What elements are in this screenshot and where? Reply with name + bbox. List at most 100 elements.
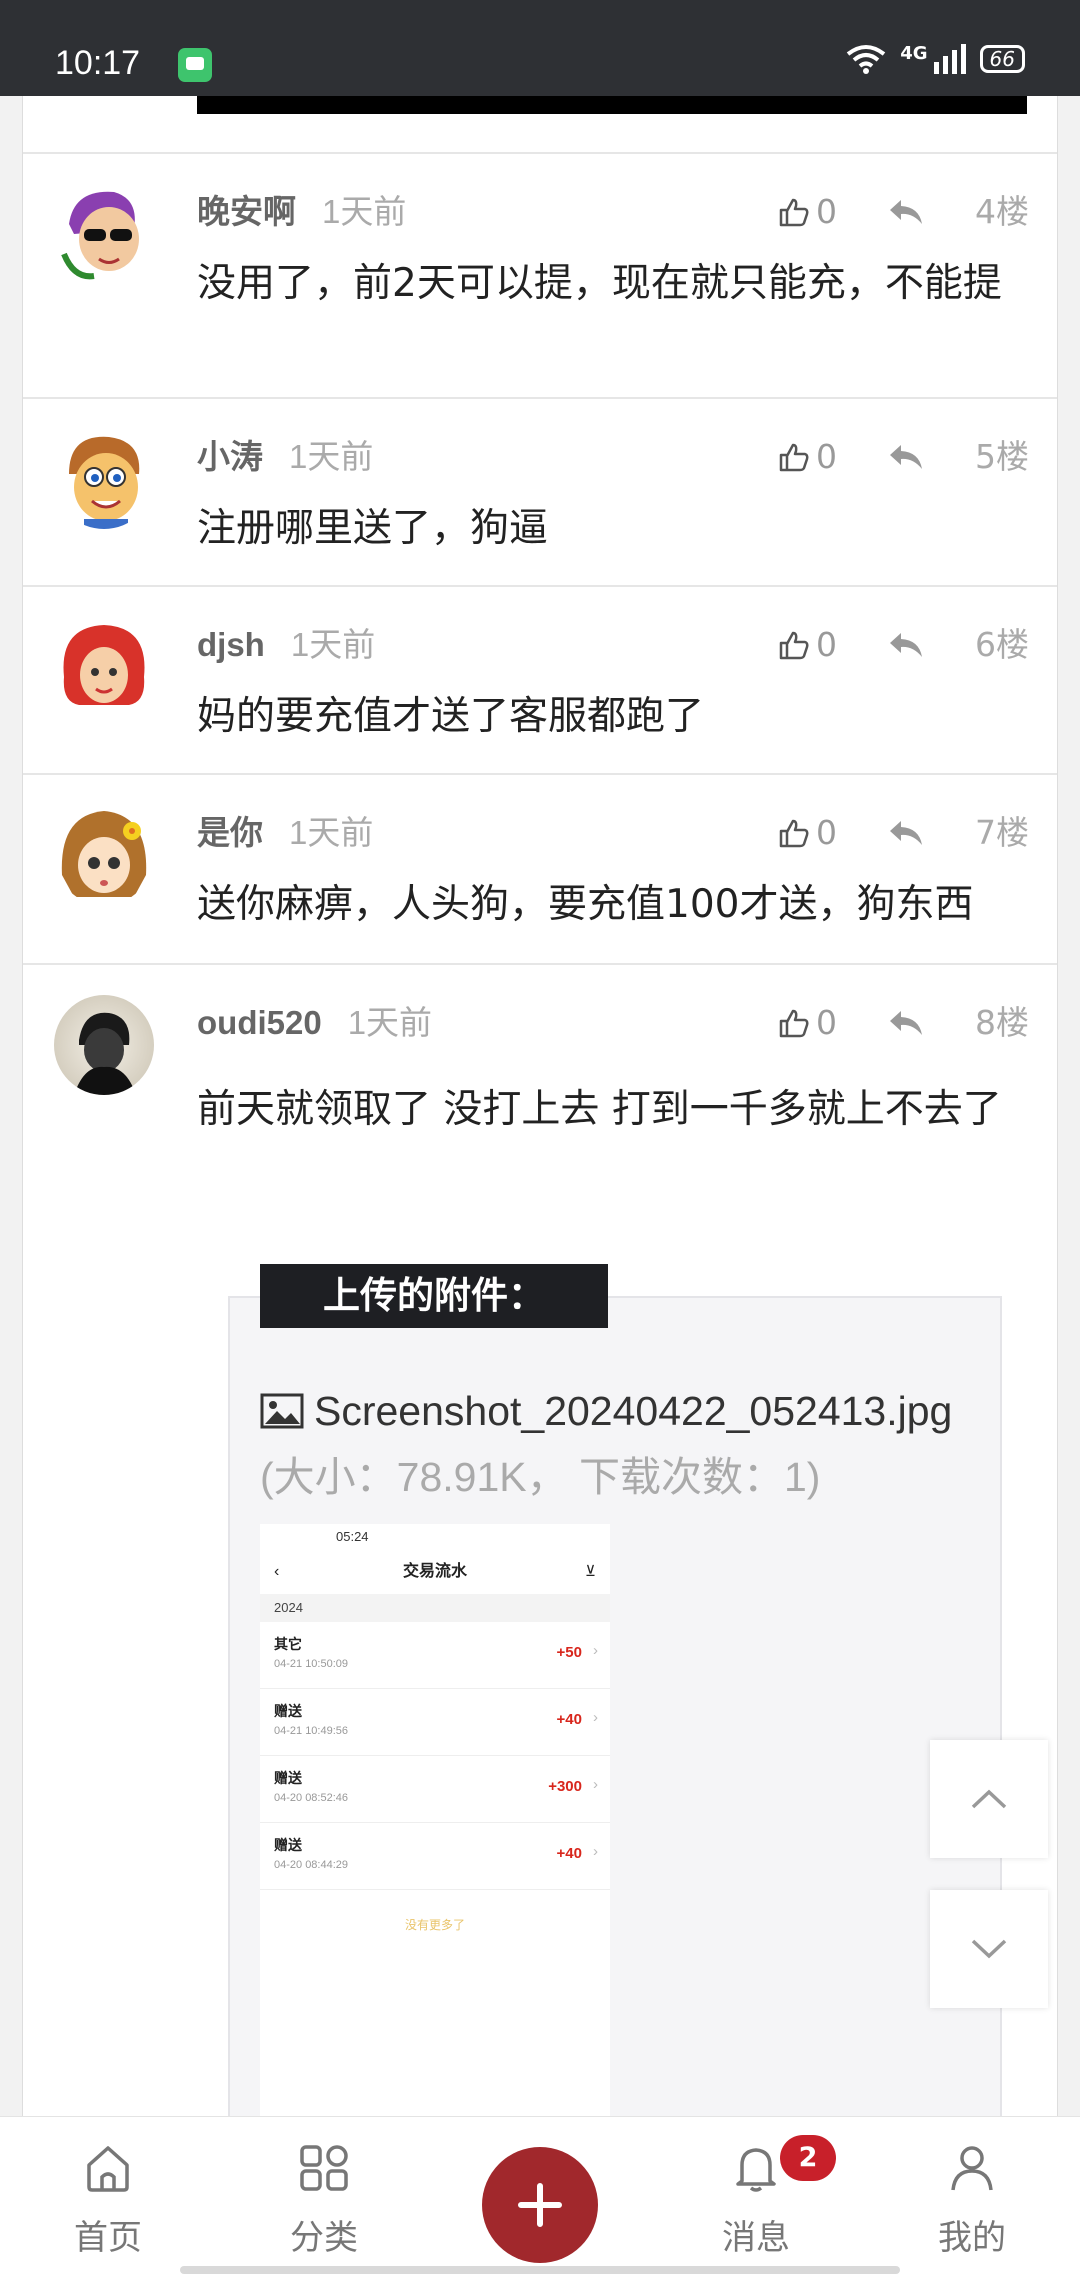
attachment-filename[interactable]: Screenshot_20240422_052413.jpg (314, 1388, 952, 1434)
reply-button[interactable] (887, 818, 925, 848)
comment-actions: 0 7楼 (778, 813, 1029, 853)
comment-text: 注册哪里送了，狗逼 (197, 506, 549, 551)
comment-actions: 0 6楼 (778, 625, 1029, 665)
thumbs-up-icon (779, 198, 809, 227)
reply-button[interactable] (887, 630, 925, 660)
username[interactable]: oudi520 (197, 1004, 322, 1041)
comment-meta: 晚安啊 1天前 (197, 192, 406, 232)
transaction-amount: +300 (548, 1778, 582, 1795)
like-count: 0 (816, 625, 837, 664)
comment-item: 晚安啊 1天前 0 4楼 没用了，前2天可以提，现在就只能充，不能提 (23, 154, 1057, 397)
transaction-type: 赠送 (274, 1703, 302, 1719)
thumbnail-year: 2024 (260, 1594, 610, 1622)
like-count: 0 (816, 813, 837, 852)
reply-button[interactable] (887, 442, 925, 472)
avatar[interactable] (54, 617, 154, 717)
chevron-right-icon: › (593, 1776, 598, 1793)
chevron-right-icon: › (593, 1709, 598, 1726)
user-icon (951, 2146, 993, 2191)
like-button[interactable]: 0 (778, 813, 837, 853)
home-icon (87, 2146, 129, 2192)
comment-actions: 0 4楼 (778, 192, 1029, 232)
reply-button[interactable] (887, 197, 925, 227)
message-app-icon (178, 48, 212, 82)
wifi-icon (847, 45, 886, 74)
thumbs-up-icon (779, 631, 809, 660)
comment-actions: 0 8楼 (778, 1003, 1029, 1043)
floor-number: 4楼 (975, 192, 1029, 231)
battery-indicator: 66 (979, 45, 1025, 73)
nav-mine[interactable]: 我的 (902, 2143, 1042, 2259)
username[interactable]: 晚安啊 (197, 193, 296, 230)
attachment-file: Screenshot_20240422_052413.jpg (大小：78.91… (260, 1378, 990, 1510)
comment-text: 送你麻痹，人头狗，要充值100才送，狗东西 (197, 882, 974, 927)
avatar[interactable] (54, 184, 154, 284)
status-icons: 4G 66 (846, 42, 1025, 74)
avatar[interactable] (54, 995, 154, 1095)
nav-home[interactable]: 首页 (38, 2143, 178, 2259)
thumbnail-status-bar: 05:24 (260, 1524, 610, 1550)
floor-number: 8楼 (975, 1003, 1029, 1042)
like-count: 0 (816, 1003, 837, 1042)
scroll-down-button[interactable] (930, 1890, 1048, 2008)
thumbs-up-icon (779, 819, 809, 848)
nav-messages-label: 消息 (722, 2218, 790, 2258)
network-type: 4G (900, 42, 928, 64)
comment-item: djsh 1天前 0 6楼 妈的要充值才送了客服都跑了 (23, 587, 1057, 773)
transaction-row: 其它 04-21 10:50:09 +50 › (260, 1622, 610, 1689)
image-icon (260, 1393, 304, 1429)
comment-actions: 0 5楼 (778, 437, 1029, 477)
chevron-up-icon (971, 1789, 1007, 1809)
transaction-amount: +40 (556, 1711, 582, 1728)
transaction-date: 04-20 08:44:29 (274, 1859, 349, 1871)
reply-button[interactable] (887, 1008, 925, 1038)
add-post-button[interactable] (482, 2147, 598, 2263)
comment-meta: 小涛 1天前 (197, 437, 373, 477)
transaction-date: 04-20 08:52:46 (274, 1792, 349, 1804)
username[interactable]: 是你 (197, 814, 263, 851)
status-time: 10:17 (55, 44, 141, 82)
thumbnail-title-bar: ‹ 交易流水 ⊻ (260, 1550, 610, 1594)
comment-item: 是你 1天前 0 7楼 送你麻痹，人头狗，要充值100才送，狗东西 (23, 775, 1057, 963)
nav-category-label: 分类 (290, 2218, 358, 2258)
scroll-up-button[interactable] (930, 1740, 1048, 1858)
floor-number: 5楼 (975, 437, 1029, 476)
bell-icon (736, 2148, 776, 2192)
like-count: 0 (816, 192, 837, 231)
like-button[interactable]: 0 (778, 625, 837, 665)
grid-icon (300, 2145, 348, 2191)
like-count: 0 (816, 437, 837, 476)
previous-content-bar (197, 96, 1027, 114)
bottom-nav: 首页 分类 消息 2 我的 (0, 2116, 1080, 2281)
username[interactable]: 小涛 (197, 438, 263, 475)
transaction-amount: +50 (556, 1644, 582, 1661)
like-button[interactable]: 0 (778, 192, 837, 232)
reply-icon (890, 200, 922, 224)
comment-time: 1天前 (289, 438, 374, 475)
transaction-date: 04-21 10:50:09 (274, 1658, 349, 1670)
avatar[interactable] (54, 805, 154, 905)
attachment-thumbnail[interactable]: 05:24 ‹ 交易流水 ⊻ 2024 其它 04-21 10:50:09 +5… (260, 1524, 610, 2116)
transaction-row: 赠送 04-21 10:49:56 +40 › (260, 1689, 610, 1756)
messages-badge: 2 (780, 2135, 836, 2181)
attachment-title: 上传的附件： (260, 1264, 608, 1328)
reply-icon (890, 821, 922, 845)
nav-home-label: 首页 (74, 2218, 142, 2258)
attachment-info: (大小：78.91K， 下载次数：1) (260, 1454, 821, 1500)
nav-mine-label: 我的 (938, 2218, 1006, 2258)
comment-meta: 是你 1天前 (197, 813, 373, 853)
transaction-date: 04-21 10:49:56 (274, 1725, 349, 1737)
chevron-right-icon: › (593, 1843, 598, 1860)
avatar[interactable] (54, 429, 154, 529)
like-button[interactable]: 0 (778, 437, 837, 477)
chevron-right-icon: › (593, 1642, 598, 1659)
reply-icon (890, 1011, 922, 1035)
username[interactable]: djsh (197, 626, 265, 663)
transaction-row: 赠送 04-20 08:52:46 +300 › (260, 1756, 610, 1823)
comment-time: 1天前 (322, 193, 407, 230)
home-indicator (180, 2266, 900, 2274)
comment-time: 1天前 (290, 626, 376, 663)
nav-category[interactable]: 分类 (254, 2143, 394, 2259)
like-button[interactable]: 0 (778, 1003, 837, 1043)
transaction-amount: +40 (556, 1845, 582, 1862)
